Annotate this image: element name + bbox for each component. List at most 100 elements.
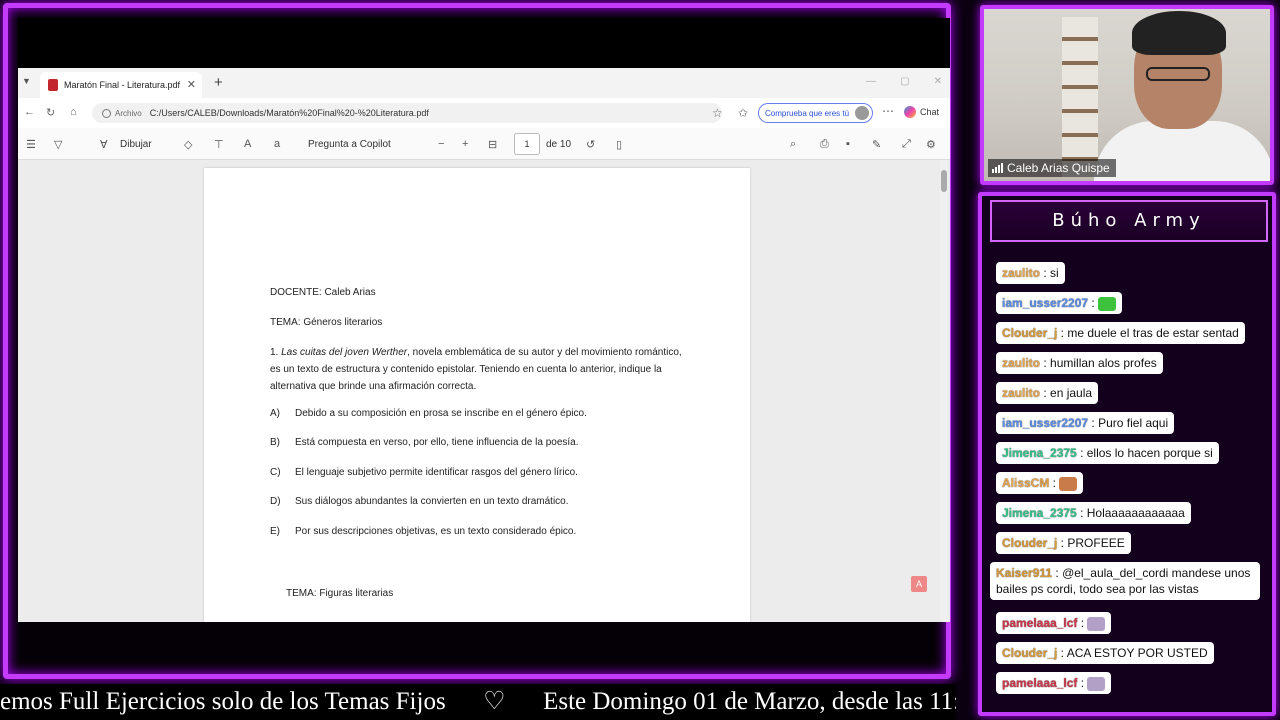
pdf-page: DOCENTE: Caleb Arias TEMA: Géneros liter… bbox=[204, 168, 750, 622]
more-options-icon[interactable]: ⋯ bbox=[882, 104, 894, 118]
stream-layout: ▼ Maratón Final - Literatura.pdf ✕ + — ▢… bbox=[0, 0, 1280, 720]
chat-separator: : bbox=[1040, 386, 1051, 400]
option-a: A) Debido a su composición en prosa se in… bbox=[270, 408, 587, 419]
zoom-in-icon[interactable]: + bbox=[462, 138, 468, 150]
chat-text: si bbox=[1050, 266, 1059, 280]
screen-share-frame: ▼ Maratón Final - Literatura.pdf ✕ + — ▢… bbox=[3, 3, 951, 679]
chat-username[interactable]: Jimena_2375 bbox=[1002, 506, 1077, 520]
chat-separator: : bbox=[1049, 476, 1060, 490]
url-field[interactable]: Archivo C:/Users/CALEB/Downloads/Maratón… bbox=[92, 103, 722, 123]
chat-message: pamelaaa_lcf : bbox=[996, 612, 1112, 634]
chat-username[interactable]: AlissCM bbox=[1002, 476, 1049, 490]
info-icon bbox=[102, 108, 111, 118]
refresh-icon[interactable]: ↻ bbox=[46, 106, 55, 119]
chat-username[interactable]: iam_usser2207 bbox=[1002, 296, 1088, 310]
chat-username[interactable]: Jimena_2375 bbox=[1002, 446, 1077, 460]
tab-pdf[interactable]: Maratón Final - Literatura.pdf ✕ bbox=[40, 72, 202, 98]
maximize-icon[interactable]: ▢ bbox=[900, 76, 909, 87]
save-as-icon[interactable]: ✎ bbox=[872, 138, 881, 151]
chat-text: en jaula bbox=[1050, 386, 1093, 400]
emote-icon bbox=[1087, 676, 1106, 691]
chat-separator: : bbox=[1052, 566, 1063, 580]
chat-separator: : bbox=[1077, 676, 1088, 690]
draw-button[interactable]: Dibujar bbox=[120, 139, 152, 150]
rotate-icon[interactable]: ↺ bbox=[586, 138, 595, 151]
chat-username[interactable]: zaulito bbox=[1002, 356, 1040, 370]
chat-label: Chat bbox=[920, 107, 940, 117]
search-icon[interactable]: ⌕ bbox=[790, 138, 796, 151]
chat-username[interactable]: iam_usser2207 bbox=[1002, 416, 1088, 430]
close-tab-icon[interactable]: ✕ bbox=[187, 78, 196, 91]
print-icon[interactable]: ⎙ bbox=[820, 138, 829, 151]
translate-icon[interactable]: a bbox=[274, 138, 280, 150]
page-number-input[interactable]: 1 bbox=[514, 133, 540, 155]
option-c: C) El lenguaje subjetivo permite identifi… bbox=[270, 467, 578, 478]
emote-icon bbox=[1059, 476, 1078, 491]
chat-username[interactable]: Clouder_j bbox=[1002, 326, 1057, 340]
close-window-icon[interactable]: ✕ bbox=[934, 76, 942, 87]
new-tab-button[interactable]: + bbox=[214, 74, 223, 91]
contents-icon[interactable]: ☰ bbox=[26, 138, 36, 151]
option-text: Por sus descripciones objetivas, es un t… bbox=[295, 526, 577, 537]
minimize-icon[interactable]: — bbox=[866, 76, 876, 87]
chat-message: Jimena_2375 : ellos lo hacen porque si bbox=[996, 442, 1219, 464]
settings-gear-icon[interactable]: ⚙ bbox=[926, 138, 936, 151]
chat-username[interactable]: zaulito bbox=[1002, 266, 1040, 280]
news-ticker: emos Full Ejercicios solo de los Temas F… bbox=[0, 684, 956, 720]
chat-username[interactable]: zaulito bbox=[1002, 386, 1040, 400]
pdf-toolbar: ☰ ▽ ∀ Dibujar ◇ ⊤ A a Pregunta a Copilot… bbox=[18, 128, 950, 160]
chat-username[interactable]: Kaiser911 bbox=[996, 566, 1052, 580]
option-letter: D) bbox=[270, 496, 281, 507]
check-identity-button[interactable]: Comprueba que eres tú bbox=[758, 103, 873, 123]
chat-message: iam_usser2207 : bbox=[996, 292, 1123, 314]
option-e: E) Por sus descripciones objetivas, es un… bbox=[270, 526, 576, 537]
home-icon[interactable]: ⌂ bbox=[70, 106, 77, 118]
save-icon[interactable]: ▪ bbox=[846, 138, 850, 150]
chat-message: Kaiser911 : @el_aula_del_cordi mandese u… bbox=[990, 562, 1260, 600]
copilot-chat-button[interactable]: Chat bbox=[904, 106, 939, 118]
emote-icon bbox=[1087, 616, 1106, 631]
favorites-icon[interactable]: ✩ bbox=[738, 106, 748, 120]
chat-username[interactable]: Clouder_j bbox=[1002, 646, 1057, 660]
chat-username[interactable]: Clouder_j bbox=[1002, 536, 1057, 550]
chat-text: humillan alos profes bbox=[1050, 356, 1157, 370]
option-letter: E) bbox=[270, 526, 280, 537]
tab-list-chevron-icon[interactable]: ▼ bbox=[22, 76, 31, 86]
tema-line: TEMA: Géneros literarios bbox=[270, 317, 383, 328]
text-box-icon[interactable]: ⊤ bbox=[214, 138, 224, 151]
chat-message: zaulito : si bbox=[996, 262, 1065, 284]
chat-username[interactable]: pamelaaa_lcf bbox=[1002, 616, 1077, 630]
scrollbar-thumb[interactable] bbox=[941, 170, 947, 192]
option-b: B) Está compuesta en verso, por ello, tie… bbox=[270, 437, 579, 448]
fit-page-icon[interactable]: ⊟ bbox=[488, 138, 497, 151]
address-bar: ← ↻ ⌂ Archivo C:/Users/CALEB/Downloads/M… bbox=[18, 98, 950, 128]
person-shirt bbox=[1094, 121, 1270, 181]
zoom-out-icon[interactable]: − bbox=[438, 138, 444, 150]
ask-copilot-button[interactable]: Pregunta a Copilot bbox=[308, 139, 391, 150]
chat-separator: : bbox=[1040, 266, 1051, 280]
favorite-star-icon[interactable]: ☆ bbox=[712, 106, 723, 120]
chat-separator: : bbox=[1088, 416, 1099, 430]
chat-username[interactable]: pamelaaa_lcf bbox=[1002, 676, 1077, 690]
option-text: Está compuesta en verso, por ello, tiene… bbox=[295, 437, 579, 448]
question-number: 1. bbox=[270, 347, 279, 358]
option-text: Debido a su composición en prosa se insc… bbox=[295, 408, 587, 419]
chat-separator: : bbox=[1040, 356, 1051, 370]
scrollbar[interactable] bbox=[940, 160, 948, 622]
chat-separator: : bbox=[1057, 536, 1068, 550]
docente-line: DOCENTE: Caleb Arias bbox=[270, 287, 376, 298]
chat-separator: : bbox=[1088, 296, 1099, 310]
browser-window: ▼ Maratón Final - Literatura.pdf ✕ + — ▢… bbox=[18, 68, 950, 622]
draw-icon[interactable]: ∀ bbox=[100, 138, 108, 151]
page-view-icon[interactable]: ▯ bbox=[616, 138, 622, 151]
eraser-icon[interactable]: ◇ bbox=[184, 138, 192, 151]
read-aloud-icon[interactable]: A bbox=[244, 138, 251, 150]
chat-separator: : bbox=[1076, 446, 1087, 460]
adobe-icon[interactable]: A bbox=[911, 576, 927, 592]
fullscreen-icon[interactable]: ⤢ bbox=[902, 138, 911, 151]
copilot-icon bbox=[904, 106, 916, 118]
chat-text: Holaaaaaaaaaaaa bbox=[1086, 506, 1185, 520]
chat-message: Clouder_j : me duele el tras de estar se… bbox=[996, 322, 1245, 344]
back-icon[interactable]: ← bbox=[24, 106, 35, 118]
highlight-icon[interactable]: ▽ bbox=[54, 138, 62, 151]
